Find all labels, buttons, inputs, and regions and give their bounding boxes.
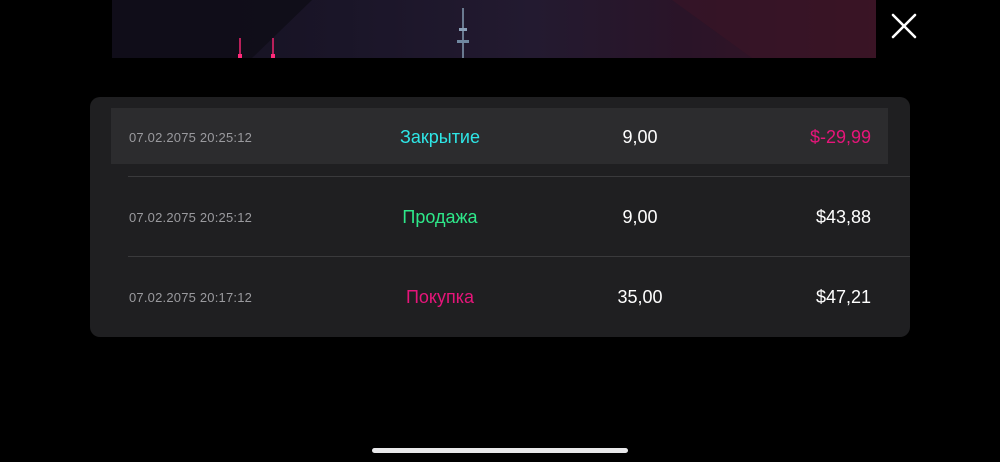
trade-history-panel: 07.02.2075 20:25:12 Закрытие 9,00 $-29,9… xyxy=(90,97,910,337)
row-date: 07.02.2075 20:25:12 xyxy=(129,209,253,225)
table-row[interactable]: 07.02.2075 20:25:12 Продажа 9,00 $43,88 xyxy=(90,177,910,257)
close-icon xyxy=(891,13,917,39)
trade-history-screen: 07.02.2075 20:25:12 Закрытие 9,00 $-29,9… xyxy=(0,0,1000,462)
close-button[interactable] xyxy=(884,6,924,46)
row-total: $47,21 xyxy=(815,286,871,307)
row-quantity: 35,00 xyxy=(617,286,663,307)
home-indicator[interactable] xyxy=(372,448,628,453)
row-type: Закрытие xyxy=(399,126,480,147)
row-quantity: 9,00 xyxy=(622,206,658,227)
row-total: $43,88 xyxy=(815,206,871,227)
row-quantity: 9,00 xyxy=(622,126,658,147)
row-type: Покупка xyxy=(405,286,475,307)
header-background-image xyxy=(112,0,876,58)
table-row[interactable]: 07.02.2075 20:17:12 Покупка 35,00 $47,21 xyxy=(90,257,910,337)
table-row[interactable]: 07.02.2075 20:25:12 Закрытие 9,00 $-29,9… xyxy=(90,97,910,177)
row-date: 07.02.2075 20:17:12 xyxy=(129,289,253,305)
row-total: $-29,99 xyxy=(809,126,871,147)
row-date: 07.02.2075 20:25:12 xyxy=(129,129,253,145)
row-type: Продажа xyxy=(402,206,478,227)
